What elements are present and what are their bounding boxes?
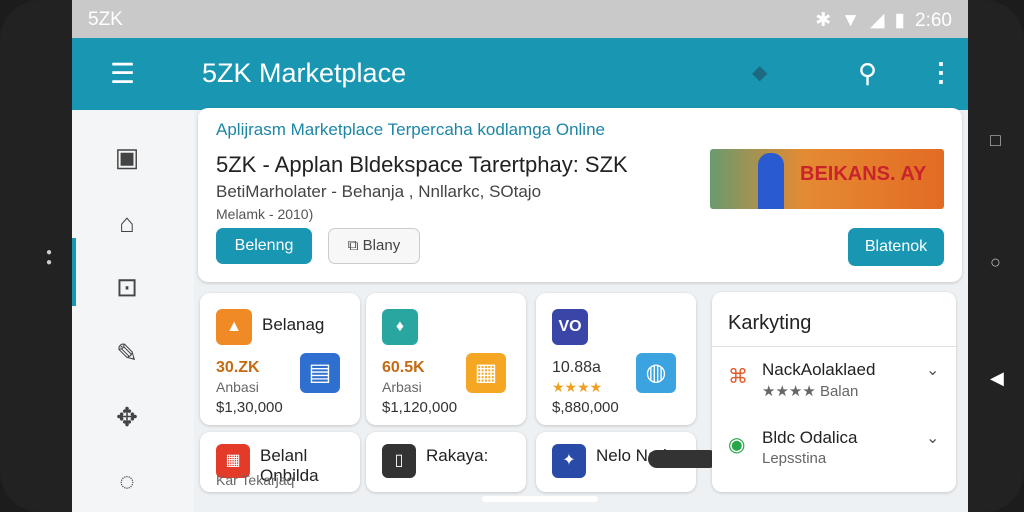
- promo-banner[interactable]: BEIKANS. AY: [710, 149, 944, 209]
- banner-text: BEIKANS. AY: [800, 163, 927, 185]
- leaf-icon: ♦: [382, 309, 418, 345]
- overlay-pill: [648, 450, 718, 468]
- divider: [712, 346, 956, 347]
- more-options-icon[interactable]: ⋮: [928, 57, 954, 88]
- carrier-label: 5ZK: [88, 9, 123, 30]
- list-item[interactable]: ⌘ NackAolaklaed ★★★★ Balan ⌄: [728, 360, 948, 412]
- side-list-title: Karkyting: [728, 312, 812, 334]
- rail-selection-indicator: [72, 238, 76, 306]
- search-icon[interactable]: ⚲: [858, 58, 877, 89]
- secondary-button[interactable]: ⧉ Blany: [328, 228, 420, 264]
- device-frame: ● ● 5ZK ✱ ▼ ◢ ▮ 2:60 ☰ 5ZK Marketplace ◆ …: [0, 0, 1024, 512]
- bezel-dots: ● ●: [46, 247, 53, 268]
- hero-headline: 5ZK - Applan Bldekspace Tarertphay: SZK: [216, 152, 628, 177]
- system-nav-bar: □ ○ ◀: [968, 0, 1024, 512]
- hero-subline: BetiMarholater - Behanja , Nnllarkc, SOt…: [216, 182, 542, 201]
- lock-icon[interactable]: ⊡: [110, 270, 144, 304]
- side-list-card: Karkyting ⌘ NackAolaklaed ★★★★ Balan ⌄ ◉…: [712, 292, 956, 492]
- list-item-title: NackAolaklaed: [762, 360, 876, 379]
- hero-meta: Melamk - 2010): [216, 206, 314, 222]
- product-price: 10.88a: [552, 359, 601, 376]
- status-bar: 5ZK ✱ ▼ ◢ ▮ 2:60: [72, 0, 968, 38]
- app-bar: ☰ 5ZK Marketplace ◆ ⚲ ⋮: [72, 38, 968, 110]
- product-thumbnail: ▤: [300, 353, 340, 393]
- list-item[interactable]: ◉ Bldc Odalica Lepsstina ⌄: [728, 428, 948, 480]
- list-item-sub: Lepsstina: [762, 450, 827, 467]
- product-amount: $,880,000: [552, 399, 619, 416]
- signal-icon: ◢: [869, 10, 885, 31]
- right-action-button[interactable]: Blatenok: [848, 228, 944, 266]
- primary-button[interactable]: Belenng: [216, 228, 312, 264]
- recents-icon[interactable]: □: [990, 130, 1001, 151]
- home-indicator[interactable]: [482, 496, 598, 502]
- product-card[interactable]: ▲ Belanag 30.ZK Anbasi $1,30,000 ▤: [200, 293, 360, 425]
- chevron-down-icon[interactable]: ⌄: [926, 428, 939, 448]
- puzzle-icon[interactable]: ✥: [110, 400, 144, 434]
- product-sub: Anbasi: [216, 379, 259, 395]
- app-screen: 5ZK ✱ ▼ ◢ ▮ 2:60 ☰ 5ZK Marketplace ◆ ⚲ ⋮…: [72, 0, 968, 512]
- store-icon: ⌘: [728, 366, 748, 388]
- navigation-rail: ▣ ⌂ ⊡ ✎ ✥ ◌: [72, 110, 194, 512]
- battery-icon: ▮: [894, 10, 906, 31]
- product-amount: $1,30,000: [216, 399, 283, 416]
- product-card[interactable]: ▦ Belanl Onbilda Kar Tekarjaq: [200, 432, 360, 492]
- status-icons: ✱ ▼ ◢ ▮ 2:60: [815, 9, 952, 32]
- product-sub: Kar Tekarjaq: [216, 472, 295, 488]
- product-sub: Arbasi: [382, 379, 422, 395]
- hamburger-menu-icon[interactable]: ☰: [110, 60, 135, 88]
- product-name: Rakaya:: [426, 446, 489, 465]
- edit-icon[interactable]: ✎: [110, 336, 144, 370]
- hero-card: Aplijrasm Marketplace Terpercaha kodlamg…: [198, 108, 962, 282]
- app-title: 5ZK Marketplace: [202, 58, 407, 88]
- back-icon[interactable]: ◀: [990, 368, 1004, 389]
- home-circle-icon[interactable]: ○: [990, 252, 1001, 273]
- secondary-button-label: Blany: [362, 237, 401, 254]
- tablet-icon: ▯: [382, 444, 416, 478]
- location-pin-icon[interactable]: ◆: [752, 60, 767, 85]
- phone-icon: ◉: [728, 434, 746, 456]
- product-image: ✦: [552, 444, 586, 478]
- product-amount: $1,120,000: [382, 399, 458, 416]
- hero-tagline: Aplijrasm Marketplace Terpercaha kodlamg…: [216, 120, 605, 139]
- product-card[interactable]: VO 10.88a ★★★★ $,880,000 ◍: [536, 293, 696, 425]
- copy-icon: ⧉: [347, 237, 363, 254]
- bluetooth-icon: ✱: [815, 10, 832, 31]
- list-item-title: Bldc Odalica: [762, 428, 858, 447]
- chevron-down-icon[interactable]: ⌄: [926, 360, 939, 380]
- wallet-icon[interactable]: ▣: [110, 140, 144, 174]
- product-card[interactable]: ♦ 60.5K Arbasi $1,120,000 ▦: [366, 293, 526, 425]
- chat-icon[interactable]: ◌: [110, 464, 144, 498]
- product-price: 60.5K: [382, 359, 425, 376]
- banner-person-image: [758, 153, 784, 209]
- home-icon[interactable]: ⌂: [110, 206, 144, 240]
- shopping-bag-icon: ◍: [636, 353, 676, 393]
- product-price: 30.ZK: [216, 359, 260, 376]
- product-logo: VO: [552, 309, 588, 345]
- wifi-icon: ▼: [841, 9, 860, 31]
- shopping-bag-icon: ▲: [216, 309, 252, 345]
- list-item-sub: ★★★★ Balan: [762, 383, 859, 400]
- product-card[interactable]: ▯ Rakaya:: [366, 432, 526, 492]
- gift-box-icon: ▦: [466, 353, 506, 393]
- clock-label: 2:60: [915, 9, 952, 31]
- product-name: Belanag: [262, 315, 325, 334]
- star-rating: ★★★★: [552, 379, 603, 395]
